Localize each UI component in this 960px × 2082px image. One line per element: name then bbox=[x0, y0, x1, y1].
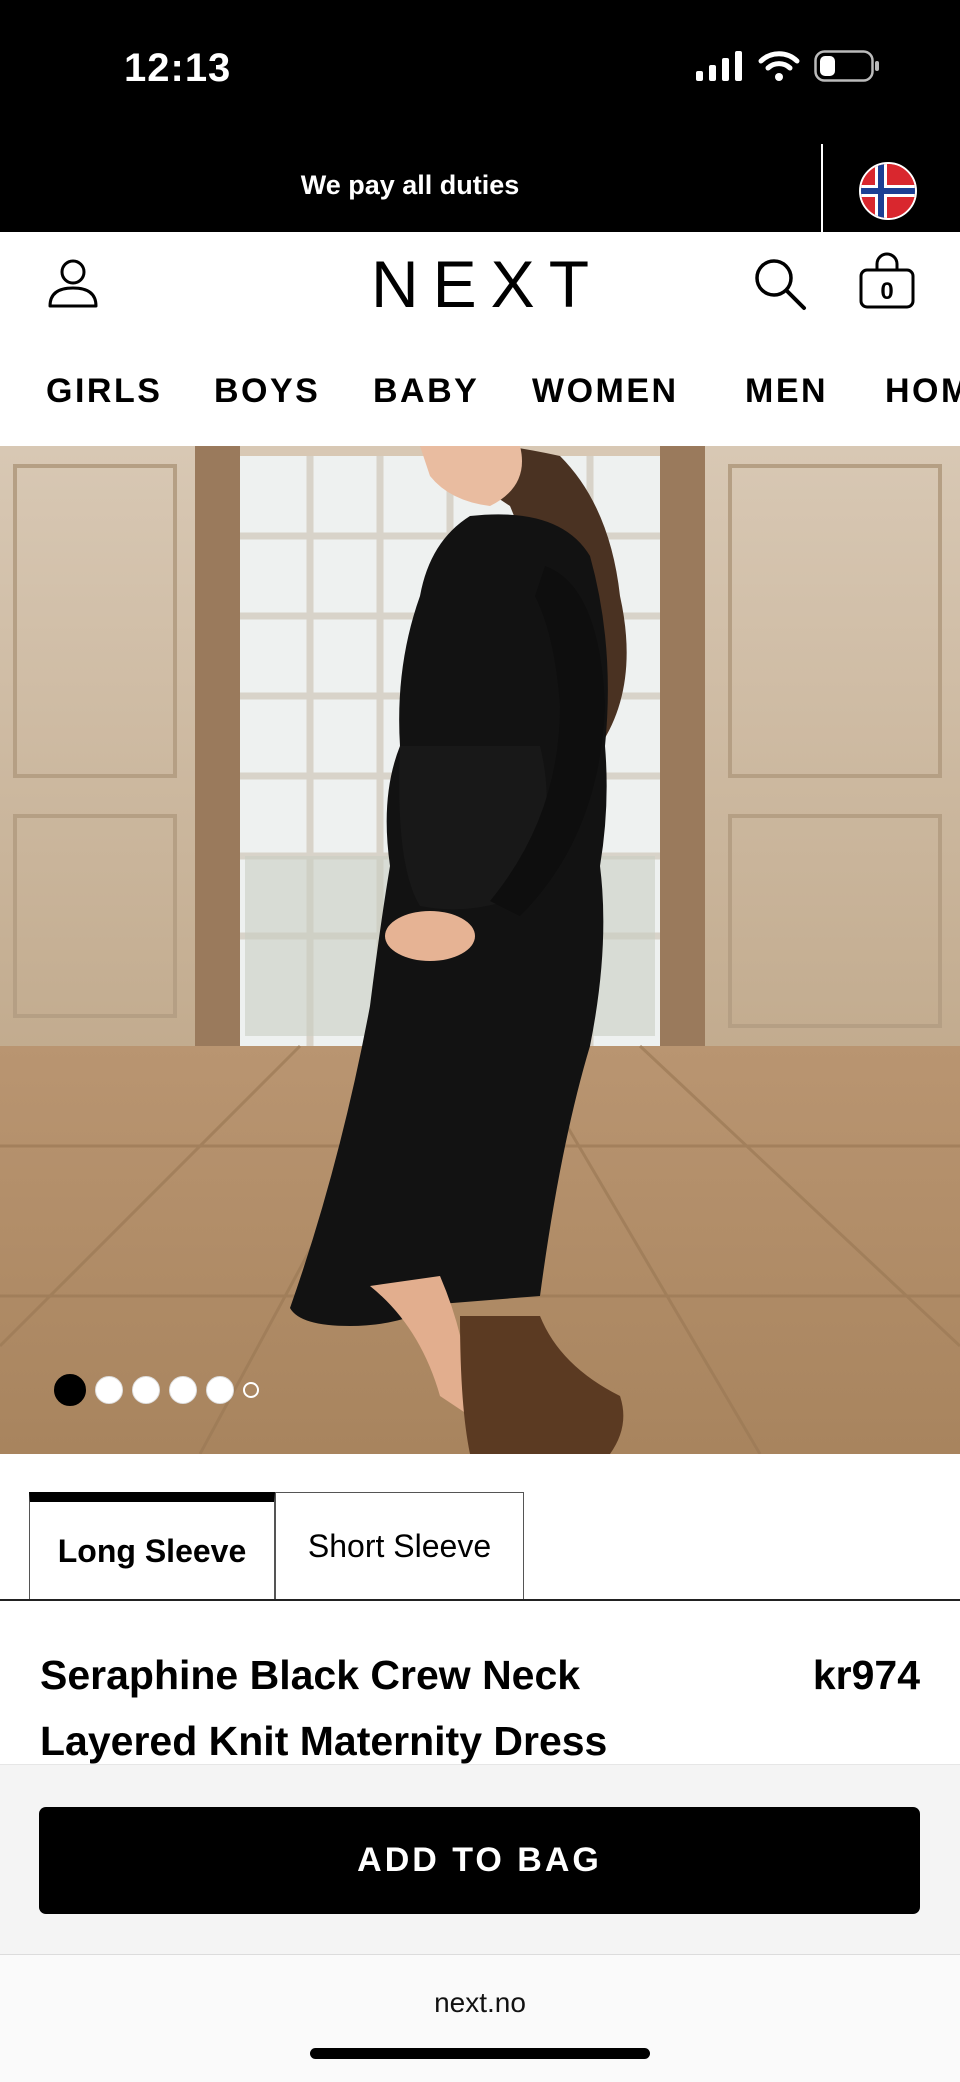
browser-url-bar[interactable]: next.no bbox=[0, 1954, 960, 2082]
status-time: 12:13 bbox=[124, 46, 232, 90]
gallery-dot[interactable] bbox=[243, 1382, 259, 1398]
nav-item-women[interactable]: WOMEN bbox=[532, 372, 679, 411]
promo-divider bbox=[821, 144, 823, 232]
add-to-bag-bar: ADD TO BAG bbox=[0, 1764, 960, 1955]
nav-item-girls[interactable]: GIRLS bbox=[46, 372, 162, 411]
nav-item-boys[interactable]: BOYS bbox=[214, 372, 320, 411]
search-icon[interactable] bbox=[752, 256, 808, 317]
product-price: kr974 bbox=[812, 1652, 920, 1698]
gallery-dot[interactable] bbox=[54, 1374, 86, 1406]
gallery-dot[interactable] bbox=[95, 1376, 123, 1404]
status-bar: 12:13 bbox=[0, 0, 960, 144]
battery-icon bbox=[814, 50, 879, 82]
tabs-underline bbox=[0, 1599, 960, 1601]
gallery-dot[interactable] bbox=[132, 1376, 160, 1404]
shopping-bag-icon[interactable]: 0 bbox=[858, 252, 916, 315]
gallery-dot[interactable] bbox=[206, 1376, 234, 1404]
tab-long-sleeve[interactable]: Long Sleeve bbox=[29, 1492, 275, 1600]
nav-item-baby[interactable]: BABY bbox=[373, 372, 479, 411]
tab-short-sleeve[interactable]: Short Sleeve bbox=[275, 1492, 524, 1600]
add-to-bag-button[interactable]: ADD TO BAG bbox=[39, 1807, 920, 1914]
gallery-dot[interactable] bbox=[169, 1376, 197, 1404]
promo-text: We pay all duties bbox=[300, 170, 520, 200]
category-nav: GIRLS BOYS BABY WOMEN MEN HOME bbox=[0, 342, 960, 444]
product-title: Seraphine Black Crew Neck Layered Knit M… bbox=[40, 1652, 608, 1764]
gallery-pagination bbox=[54, 1374, 259, 1406]
brand-logo[interactable]: NEXT bbox=[0, 246, 960, 322]
bag-count-badge: 0 bbox=[880, 278, 894, 305]
home-indicator[interactable] bbox=[310, 2048, 650, 2059]
nav-item-men[interactable]: MEN bbox=[745, 372, 828, 411]
country-flag-icon[interactable] bbox=[859, 162, 917, 220]
cellular-signal-icon bbox=[696, 51, 742, 81]
wifi-icon bbox=[758, 51, 800, 81]
url-text: next.no bbox=[434, 1987, 526, 2018]
product-image[interactable] bbox=[0, 446, 960, 1454]
site-header: NEXT 0 bbox=[0, 232, 960, 342]
status-icons bbox=[696, 50, 880, 82]
promo-bar: We pay all duties bbox=[0, 144, 960, 232]
nav-item-home[interactable]: HOME bbox=[885, 372, 960, 411]
